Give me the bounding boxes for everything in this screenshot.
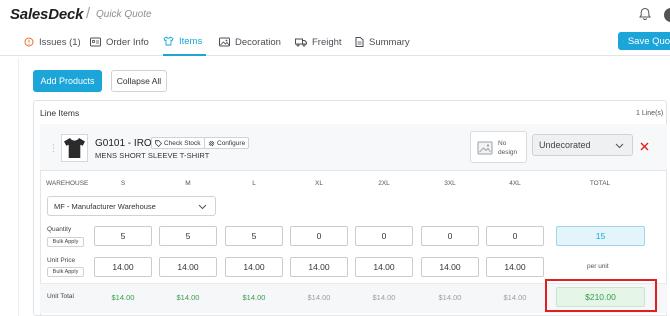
unit-price-input-m[interactable]: 14.00: [159, 257, 217, 277]
unit-price-input-3xl[interactable]: 14.00: [421, 257, 479, 277]
image-icon: [219, 37, 230, 47]
tab-bar: Issues (1) Order Info Items Decoration F…: [0, 28, 670, 56]
tab-items-label: Items: [179, 35, 203, 47]
unit-price-input-s[interactable]: 14.00: [94, 257, 152, 277]
per-unit-text: per unit: [587, 263, 609, 270]
warehouse-value: MF - Manufacturer Warehouse: [54, 201, 156, 211]
brand-logo[interactable]: SalesDeck: [10, 6, 83, 23]
bell-icon[interactable]: [638, 7, 652, 21]
image-placeholder-icon: [477, 141, 493, 155]
product-sku: G0101 - IRON: [95, 138, 159, 149]
no-design-line-2: design: [498, 149, 518, 156]
truck-icon: [295, 38, 307, 47]
tab-issues-label: Issues (1): [39, 36, 81, 48]
size-header-4xl: 4XL: [509, 180, 521, 187]
check-stock-label: Check Stock: [164, 139, 201, 147]
size-header-2xl: 2XL: [378, 180, 390, 187]
unit-price-input-4xl[interactable]: 14.00: [486, 257, 544, 277]
quantity-input-4xl[interactable]: 0: [486, 226, 544, 246]
quantity-input-l[interactable]: 5: [225, 226, 283, 246]
tab-summary[interactable]: Summary: [355, 28, 410, 56]
unit-total-l: $14.00: [242, 293, 266, 302]
quantity-input-s[interactable]: 5: [94, 226, 152, 246]
chevron-down-icon: [615, 143, 624, 149]
unit-total-s: $14.00: [111, 293, 135, 302]
size-header-xl: XL: [315, 180, 323, 187]
decoration-select[interactable]: Undecorated: [532, 134, 633, 156]
gear-icon: [208, 140, 215, 146]
tab-freight-label: Freight: [312, 36, 342, 48]
unit-price-input-2xl[interactable]: 14.00: [355, 257, 413, 277]
line-items-count: 1 Line(s): [636, 110, 664, 117]
save-icon: [623, 40, 624, 42]
size-header-3xl: 3XL: [444, 180, 456, 187]
unit-total-label: Unit Total: [47, 293, 74, 300]
quantity-bulk-apply-button[interactable]: Bulk Apply: [47, 237, 84, 247]
warehouse-header: WAREHOUSE: [46, 180, 89, 187]
product-thumbnail[interactable]: [61, 134, 88, 162]
page-title: Quick Quote: [96, 9, 152, 20]
title-separator: /: [86, 5, 91, 22]
tag-icon: [155, 139, 162, 147]
no-design-text: No design: [498, 139, 517, 157]
collapse-all-button[interactable]: Collapse All: [111, 70, 167, 92]
save-quote-button[interactable]: Save Quote: [618, 32, 670, 50]
tab-freight[interactable]: Freight: [295, 28, 342, 56]
product-name: MENS SHORT SLEEVE T-SHIRT: [95, 151, 210, 160]
unit-total-4xl: $14.00: [503, 293, 527, 302]
top-bar: SalesDeck / Quick Quote: [0, 0, 670, 28]
unit-total-xl: $14.00: [307, 293, 331, 302]
check-stock-button[interactable]: Check Stock: [151, 137, 205, 149]
tshirt-icon: [163, 36, 174, 46]
unit-price-input-xl[interactable]: 14.00: [290, 257, 348, 277]
remove-item-icon[interactable]: [640, 142, 649, 151]
document-icon: [355, 37, 364, 47]
warehouse-select[interactable]: MF - Manufacturer Warehouse: [47, 196, 216, 216]
unit-total-m: $14.00: [176, 293, 200, 302]
size-header-m: M: [185, 180, 191, 187]
line-items-title: Line Items: [40, 108, 80, 118]
save-quote-label: Save Quote: [627, 35, 670, 47]
unit-total-3xl: $14.00: [438, 293, 462, 302]
quantity-label: Quantity: [47, 226, 72, 233]
unit-price-input-l[interactable]: 14.00: [225, 257, 283, 277]
alert-circle-icon: [24, 37, 34, 47]
quantity-input-2xl[interactable]: 0: [355, 226, 413, 246]
configure-button[interactable]: Configure: [204, 137, 250, 149]
chevron-down-icon: [198, 204, 207, 210]
tab-summary-label: Summary: [369, 36, 410, 48]
tab-order-info-label: Order Info: [106, 36, 149, 48]
quantity-input-m[interactable]: 5: [159, 226, 217, 246]
decoration-value: Undecorated: [539, 140, 591, 150]
avatar[interactable]: [664, 8, 670, 22]
quantity-input-xl[interactable]: 0: [290, 226, 348, 246]
grand-total-highlight: [545, 279, 657, 312]
size-header-s: S: [120, 180, 126, 187]
total-header: TOTAL: [589, 180, 611, 187]
quantity-input-3xl[interactable]: 0: [421, 226, 479, 246]
configure-label: Configure: [217, 139, 246, 147]
unit-total-2xl: $14.00: [372, 293, 396, 302]
tab-order-info[interactable]: Order Info: [90, 28, 149, 56]
price-bulk-apply-button[interactable]: Bulk Apply: [47, 267, 84, 277]
tab-items[interactable]: Items: [163, 28, 207, 56]
no-design-line-1: No: [498, 140, 507, 147]
size-header-l: L: [252, 180, 256, 187]
add-products-button[interactable]: Add Products: [33, 70, 102, 92]
tab-issues[interactable]: Issues (1): [24, 28, 81, 56]
unit-price-label: Unit Price: [47, 257, 76, 264]
tab-decoration[interactable]: Decoration: [219, 28, 281, 56]
tab-decoration-label: Decoration: [235, 36, 281, 48]
id-card-icon: [90, 37, 101, 47]
total-quantity: 15: [556, 226, 645, 246]
tshirt-image-icon: [64, 138, 85, 158]
